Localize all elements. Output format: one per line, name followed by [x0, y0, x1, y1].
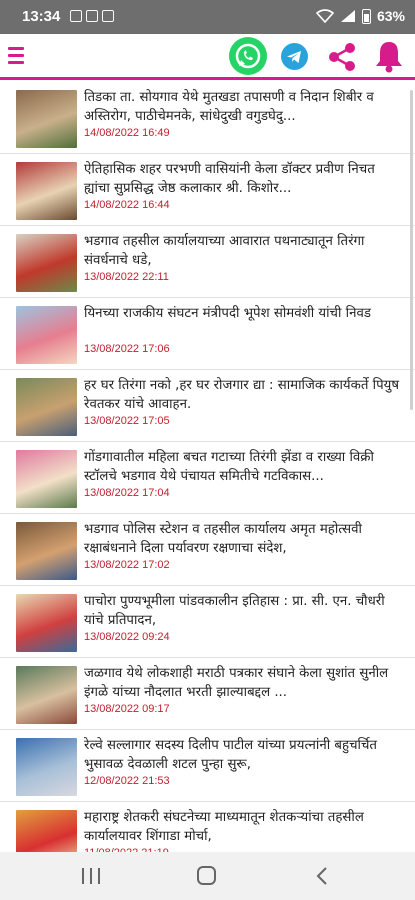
recent-apps-icon[interactable] [82, 868, 100, 884]
status-right: 63% [315, 8, 405, 24]
news-title: महाराष्ट्र शेतकरी संघटनेच्या माध्यमातून … [84, 810, 364, 844]
news-thumbnail [16, 450, 77, 508]
news-date: 14/08/2022 16:49 [84, 127, 170, 139]
share-icon[interactable] [325, 40, 359, 74]
news-title: जळगाव येथे लोकशाही मराठी पत्रकार संघाने … [84, 666, 389, 700]
news-item[interactable]: पाचोरा पुण्यभूमीला पांडवकालीन इतिहास : प… [0, 586, 415, 658]
news-thumbnail [16, 234, 77, 292]
status-time: 13:34 [22, 8, 61, 25]
system-nav-bar [0, 852, 415, 900]
battery-icon [361, 8, 371, 24]
home-icon[interactable] [197, 866, 216, 885]
hamburger-menu-icon[interactable] [8, 47, 24, 65]
battery-level: 63% [376, 8, 405, 24]
back-icon[interactable] [315, 866, 329, 886]
news-date: 13/08/2022 17:04 [84, 487, 170, 499]
news-title: गोंडगावातील महिला बचत गटाच्या तिरंगी झें… [84, 450, 374, 484]
news-item[interactable]: रेल्वे सल्लागार सदस्य दिलीप पाटील यांच्य… [0, 730, 415, 802]
whatsapp-icon[interactable] [229, 37, 267, 75]
news-thumbnail [16, 306, 77, 364]
news-thumbnail [16, 594, 77, 652]
news-item[interactable]: ऐतिहासिक शहर परभणी वासियांनी केला डॉक्टर… [0, 154, 415, 226]
notification-icon [70, 10, 82, 22]
image-icon [102, 10, 114, 22]
news-date: 13/08/2022 22:11 [84, 271, 169, 283]
news-thumbnail [16, 810, 77, 852]
news-item[interactable]: यिनच्या राजकीय संघटन मंत्रीपदी भूपेश सोम… [0, 298, 415, 370]
news-title: पाचोरा पुण्यभूमीला पांडवकालीन इतिहास : प… [84, 594, 385, 628]
news-item[interactable]: भडगाव पोलिस स्टेशन व तहसील कार्यालय अमृत… [0, 514, 415, 586]
news-title: ऐतिहासिक शहर परभणी वासियांनी केला डॉक्टर… [84, 162, 375, 196]
news-item[interactable]: महाराष्ट्र शेतकरी संघटनेच्या माध्यमातून … [0, 802, 415, 852]
wifi-icon [315, 9, 334, 23]
news-thumbnail [16, 162, 77, 220]
signal-icon [340, 10, 355, 22]
notification-icons [70, 10, 114, 22]
news-date: 12/08/2022 21:53 [84, 775, 170, 787]
notification-icon [86, 10, 98, 22]
telegram-icon[interactable] [281, 43, 308, 70]
news-date: 13/08/2022 09:17 [84, 703, 170, 715]
news-item[interactable]: गोंडगावातील महिला बचत गटाच्या तिरंगी झें… [0, 442, 415, 514]
scrollbar[interactable] [410, 90, 413, 410]
news-date: 14/08/2022 16:44 [84, 199, 170, 211]
news-date: 13/08/2022 17:02 [84, 559, 170, 571]
news-item[interactable]: जळगाव येथे लोकशाही मराठी पत्रकार संघाने … [0, 658, 415, 730]
news-thumbnail [16, 378, 77, 436]
news-list: तिडका ता. सोयगाव येथे मुतखडा तपासणी व नि… [0, 82, 415, 852]
news-title: भडगाव तहसील कार्यालयाच्या आवारात पथनाट्य… [84, 234, 365, 268]
news-thumbnail [16, 738, 77, 796]
news-title: भडगाव पोलिस स्टेशन व तहसील कार्यालय अमृत… [84, 522, 362, 556]
news-title: हर घर तिरंगा नको ,हर घर रोजगार द्या : सा… [84, 378, 400, 412]
app-bar [0, 34, 415, 80]
notification-bell-icon[interactable] [373, 39, 405, 73]
news-date: 13/08/2022 09:24 [84, 631, 170, 643]
news-title: यिनच्या राजकीय संघटन मंत्रीपदी भूपेश सोम… [84, 306, 371, 321]
news-title: रेल्वे सल्लागार सदस्य दिलीप पाटील यांच्य… [84, 738, 377, 772]
news-item[interactable]: भडगाव तहसील कार्यालयाच्या आवारात पथनाट्य… [0, 226, 415, 298]
news-item[interactable]: तिडका ता. सोयगाव येथे मुतखडा तपासणी व नि… [0, 82, 415, 154]
news-title: तिडका ता. सोयगाव येथे मुतखडा तपासणी व नि… [84, 90, 374, 124]
news-date: 13/08/2022 17:05 [84, 415, 170, 427]
news-thumbnail [16, 90, 77, 148]
news-thumbnail [16, 522, 77, 580]
news-date: 13/08/2022 17:06 [84, 343, 170, 355]
status-bar: 13:34 63% [0, 0, 415, 34]
news-thumbnail [16, 666, 77, 724]
news-item[interactable]: हर घर तिरंगा नको ,हर घर रोजगार द्या : सा… [0, 370, 415, 442]
